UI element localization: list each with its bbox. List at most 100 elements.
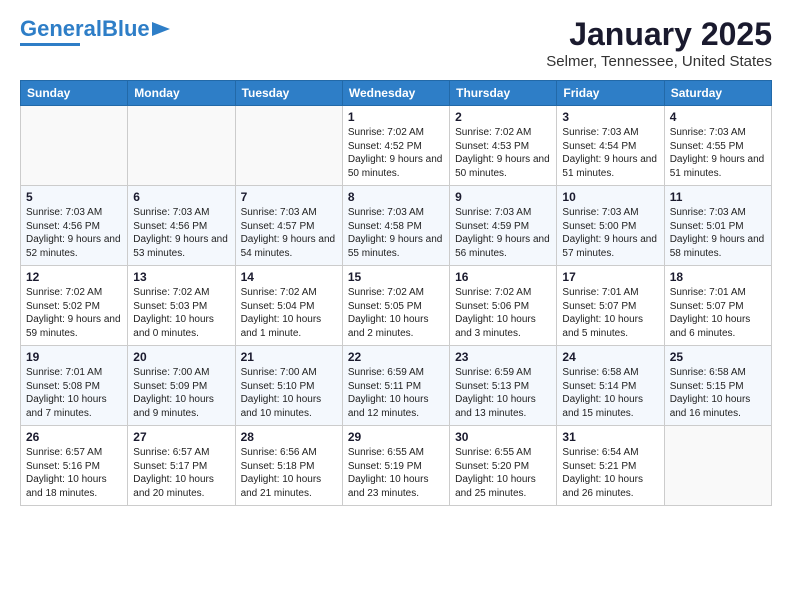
day-number: 28 [241, 430, 337, 444]
calendar-header-row: Sunday Monday Tuesday Wednesday Thursday… [21, 81, 772, 106]
table-row: 14Sunrise: 7:02 AMSunset: 5:04 PMDayligh… [235, 266, 342, 346]
logo: GeneralBlue [20, 16, 170, 46]
table-row: 30 Sunrise: 6:55 AMSunset: 5:20 PMDayligh… [450, 426, 557, 506]
table-row: 24 Sunrise: 6:58 AMSunset: 5:14 PMDayligh… [557, 346, 664, 426]
day-info: Sunrise: 7:02 AMSunset: 5:04 PMDaylight:… [241, 286, 337, 340]
table-row: 13 Sunrise: 7:02 AMSunset: 5:03 PMDayligh… [128, 266, 235, 346]
day-number: 30 [455, 430, 551, 444]
day-info: Sunrise: 7:02 AMSunset: 5:03 PMDaylight:… [133, 286, 229, 340]
logo-arrow-icon [152, 22, 170, 36]
table-row [664, 426, 771, 506]
day-number: 18 [670, 270, 766, 284]
table-row: 28 Sunrise: 6:56 AMSunset: 5:18 PMDayligh… [235, 426, 342, 506]
table-row: 25 Sunrise: 6:58 AMSunset: 5:15 PMDayligh… [664, 346, 771, 426]
page: GeneralBlue January 2025 Selmer, Tenness… [0, 0, 792, 516]
table-row: 15 Sunrise: 7:02 AMSunset: 5:05 PMDayligh… [342, 266, 449, 346]
table-row: 1 Sunrise: 7:02 AMSunset: 4:52 PMDaylight… [342, 106, 449, 186]
table-row: 19 Sunrise: 7:01 AMSunset: 5:08 PMDayligh… [21, 346, 128, 426]
day-info: Sunrise: 7:02 AMSunset: 4:52 PMDaylight:… [348, 126, 444, 180]
day-number: 24 [562, 350, 658, 364]
day-info: Sunrise: 7:03 AMSunset: 5:01 PMDaylight:… [670, 206, 766, 260]
day-info: Sunrise: 7:01 AMSunset: 5:08 PMDaylight:… [26, 366, 122, 420]
table-row: 9 Sunrise: 7:03 AMSunset: 4:59 PMDaylight… [450, 186, 557, 266]
day-number: 29 [348, 430, 444, 444]
day-number: 12 [26, 270, 122, 284]
day-info: Sunrise: 7:02 AMSunset: 5:02 PMDaylight:… [26, 286, 122, 340]
table-row: 3 Sunrise: 7:03 AMSunset: 4:54 PMDaylight… [557, 106, 664, 186]
header-tuesday: Tuesday [235, 81, 342, 106]
calendar-title: January 2025 [546, 16, 772, 53]
day-number: 31 [562, 430, 658, 444]
logo-underline [20, 43, 80, 46]
day-info: Sunrise: 7:03 AMSunset: 4:57 PMDaylight:… [241, 206, 337, 260]
day-number: 1 [348, 110, 444, 124]
table-row [21, 106, 128, 186]
header-thursday: Thursday [450, 81, 557, 106]
day-info: Sunrise: 6:57 AMSunset: 5:16 PMDaylight:… [26, 446, 122, 500]
day-info: Sunrise: 6:58 AMSunset: 5:15 PMDaylight:… [670, 366, 766, 420]
day-info: Sunrise: 7:00 AMSunset: 5:10 PMDaylight:… [241, 366, 337, 420]
day-number: 9 [455, 190, 551, 204]
day-number: 10 [562, 190, 658, 204]
logo-general: General [20, 16, 102, 41]
day-info: Sunrise: 7:00 AMSunset: 5:09 PMDaylight:… [133, 366, 229, 420]
day-info: Sunrise: 6:59 AMSunset: 5:13 PMDaylight:… [455, 366, 551, 420]
table-row: 6 Sunrise: 7:03 AMSunset: 4:56 PMDaylight… [128, 186, 235, 266]
day-info: Sunrise: 7:03 AMSunset: 5:00 PMDaylight:… [562, 206, 658, 260]
table-row: 12 Sunrise: 7:02 AMSunset: 5:02 PMDayligh… [21, 266, 128, 346]
table-row: 27 Sunrise: 6:57 AMSunset: 5:17 PMDayligh… [128, 426, 235, 506]
day-info: Sunrise: 7:03 AMSunset: 4:59 PMDaylight:… [455, 206, 551, 260]
day-number: 26 [26, 430, 122, 444]
day-number: 13 [133, 270, 229, 284]
day-number: 11 [670, 190, 766, 204]
title-block: January 2025 Selmer, Tennessee, United S… [546, 16, 772, 70]
table-row: 11 Sunrise: 7:03 AMSunset: 5:01 PMDayligh… [664, 186, 771, 266]
header-wednesday: Wednesday [342, 81, 449, 106]
table-row: 31 Sunrise: 6:54 AMSunset: 5:21 PMDayligh… [557, 426, 664, 506]
day-info: Sunrise: 6:54 AMSunset: 5:21 PMDaylight:… [562, 446, 658, 500]
day-info: Sunrise: 7:01 AMSunset: 5:07 PMDaylight:… [562, 286, 658, 340]
day-info: Sunrise: 7:03 AMSunset: 4:56 PMDaylight:… [133, 206, 229, 260]
table-row: 16 Sunrise: 7:02 AMSunset: 5:06 PMDayligh… [450, 266, 557, 346]
day-info: Sunrise: 7:03 AMSunset: 4:54 PMDaylight:… [562, 126, 658, 180]
table-row: 23Sunrise: 6:59 AMSunset: 5:13 PMDayligh… [450, 346, 557, 426]
day-number: 22 [348, 350, 444, 364]
header-sunday: Sunday [21, 81, 128, 106]
day-number: 17 [562, 270, 658, 284]
day-number: 20 [133, 350, 229, 364]
header-friday: Friday [557, 81, 664, 106]
logo-text: GeneralBlue [20, 16, 150, 42]
table-row: 18 Sunrise: 7:01 AMSunset: 5:07 PMDayligh… [664, 266, 771, 346]
day-number: 5 [26, 190, 122, 204]
day-info: Sunrise: 6:57 AMSunset: 5:17 PMDaylight:… [133, 446, 229, 500]
day-info: Sunrise: 6:56 AMSunset: 5:18 PMDaylight:… [241, 446, 337, 500]
header: GeneralBlue January 2025 Selmer, Tenness… [20, 16, 772, 70]
table-row [235, 106, 342, 186]
day-number: 3 [562, 110, 658, 124]
day-number: 25 [670, 350, 766, 364]
day-info: Sunrise: 7:02 AMSunset: 5:06 PMDaylight:… [455, 286, 551, 340]
table-row: 20 Sunrise: 7:00 AMSunset: 5:09 PMDayligh… [128, 346, 235, 426]
day-number: 19 [26, 350, 122, 364]
day-number: 7 [241, 190, 337, 204]
table-row: 8 Sunrise: 7:03 AMSunset: 4:58 PMDaylight… [342, 186, 449, 266]
day-number: 27 [133, 430, 229, 444]
day-info: Sunrise: 7:01 AMSunset: 5:07 PMDaylight:… [670, 286, 766, 340]
table-row: 2Sunrise: 7:02 AMSunset: 4:53 PMDaylight… [450, 106, 557, 186]
header-saturday: Saturday [664, 81, 771, 106]
header-monday: Monday [128, 81, 235, 106]
day-info: Sunrise: 7:03 AMSunset: 4:56 PMDaylight:… [26, 206, 122, 260]
table-row: 26 Sunrise: 6:57 AMSunset: 5:16 PMDayligh… [21, 426, 128, 506]
day-info: Sunrise: 6:58 AMSunset: 5:14 PMDaylight:… [562, 366, 658, 420]
day-info: Sunrise: 7:02 AMSunset: 5:05 PMDaylight:… [348, 286, 444, 340]
day-number: 16 [455, 270, 551, 284]
day-number: 2 [455, 110, 551, 124]
calendar-table: Sunday Monday Tuesday Wednesday Thursday… [20, 80, 772, 506]
table-row [128, 106, 235, 186]
table-row: 29Sunrise: 6:55 AMSunset: 5:19 PMDayligh… [342, 426, 449, 506]
day-number: 8 [348, 190, 444, 204]
day-number: 6 [133, 190, 229, 204]
day-info: Sunrise: 7:03 AMSunset: 4:58 PMDaylight:… [348, 206, 444, 260]
day-number: 15 [348, 270, 444, 284]
day-info: Sunrise: 6:55 AMSunset: 5:20 PMDaylight:… [455, 446, 551, 500]
